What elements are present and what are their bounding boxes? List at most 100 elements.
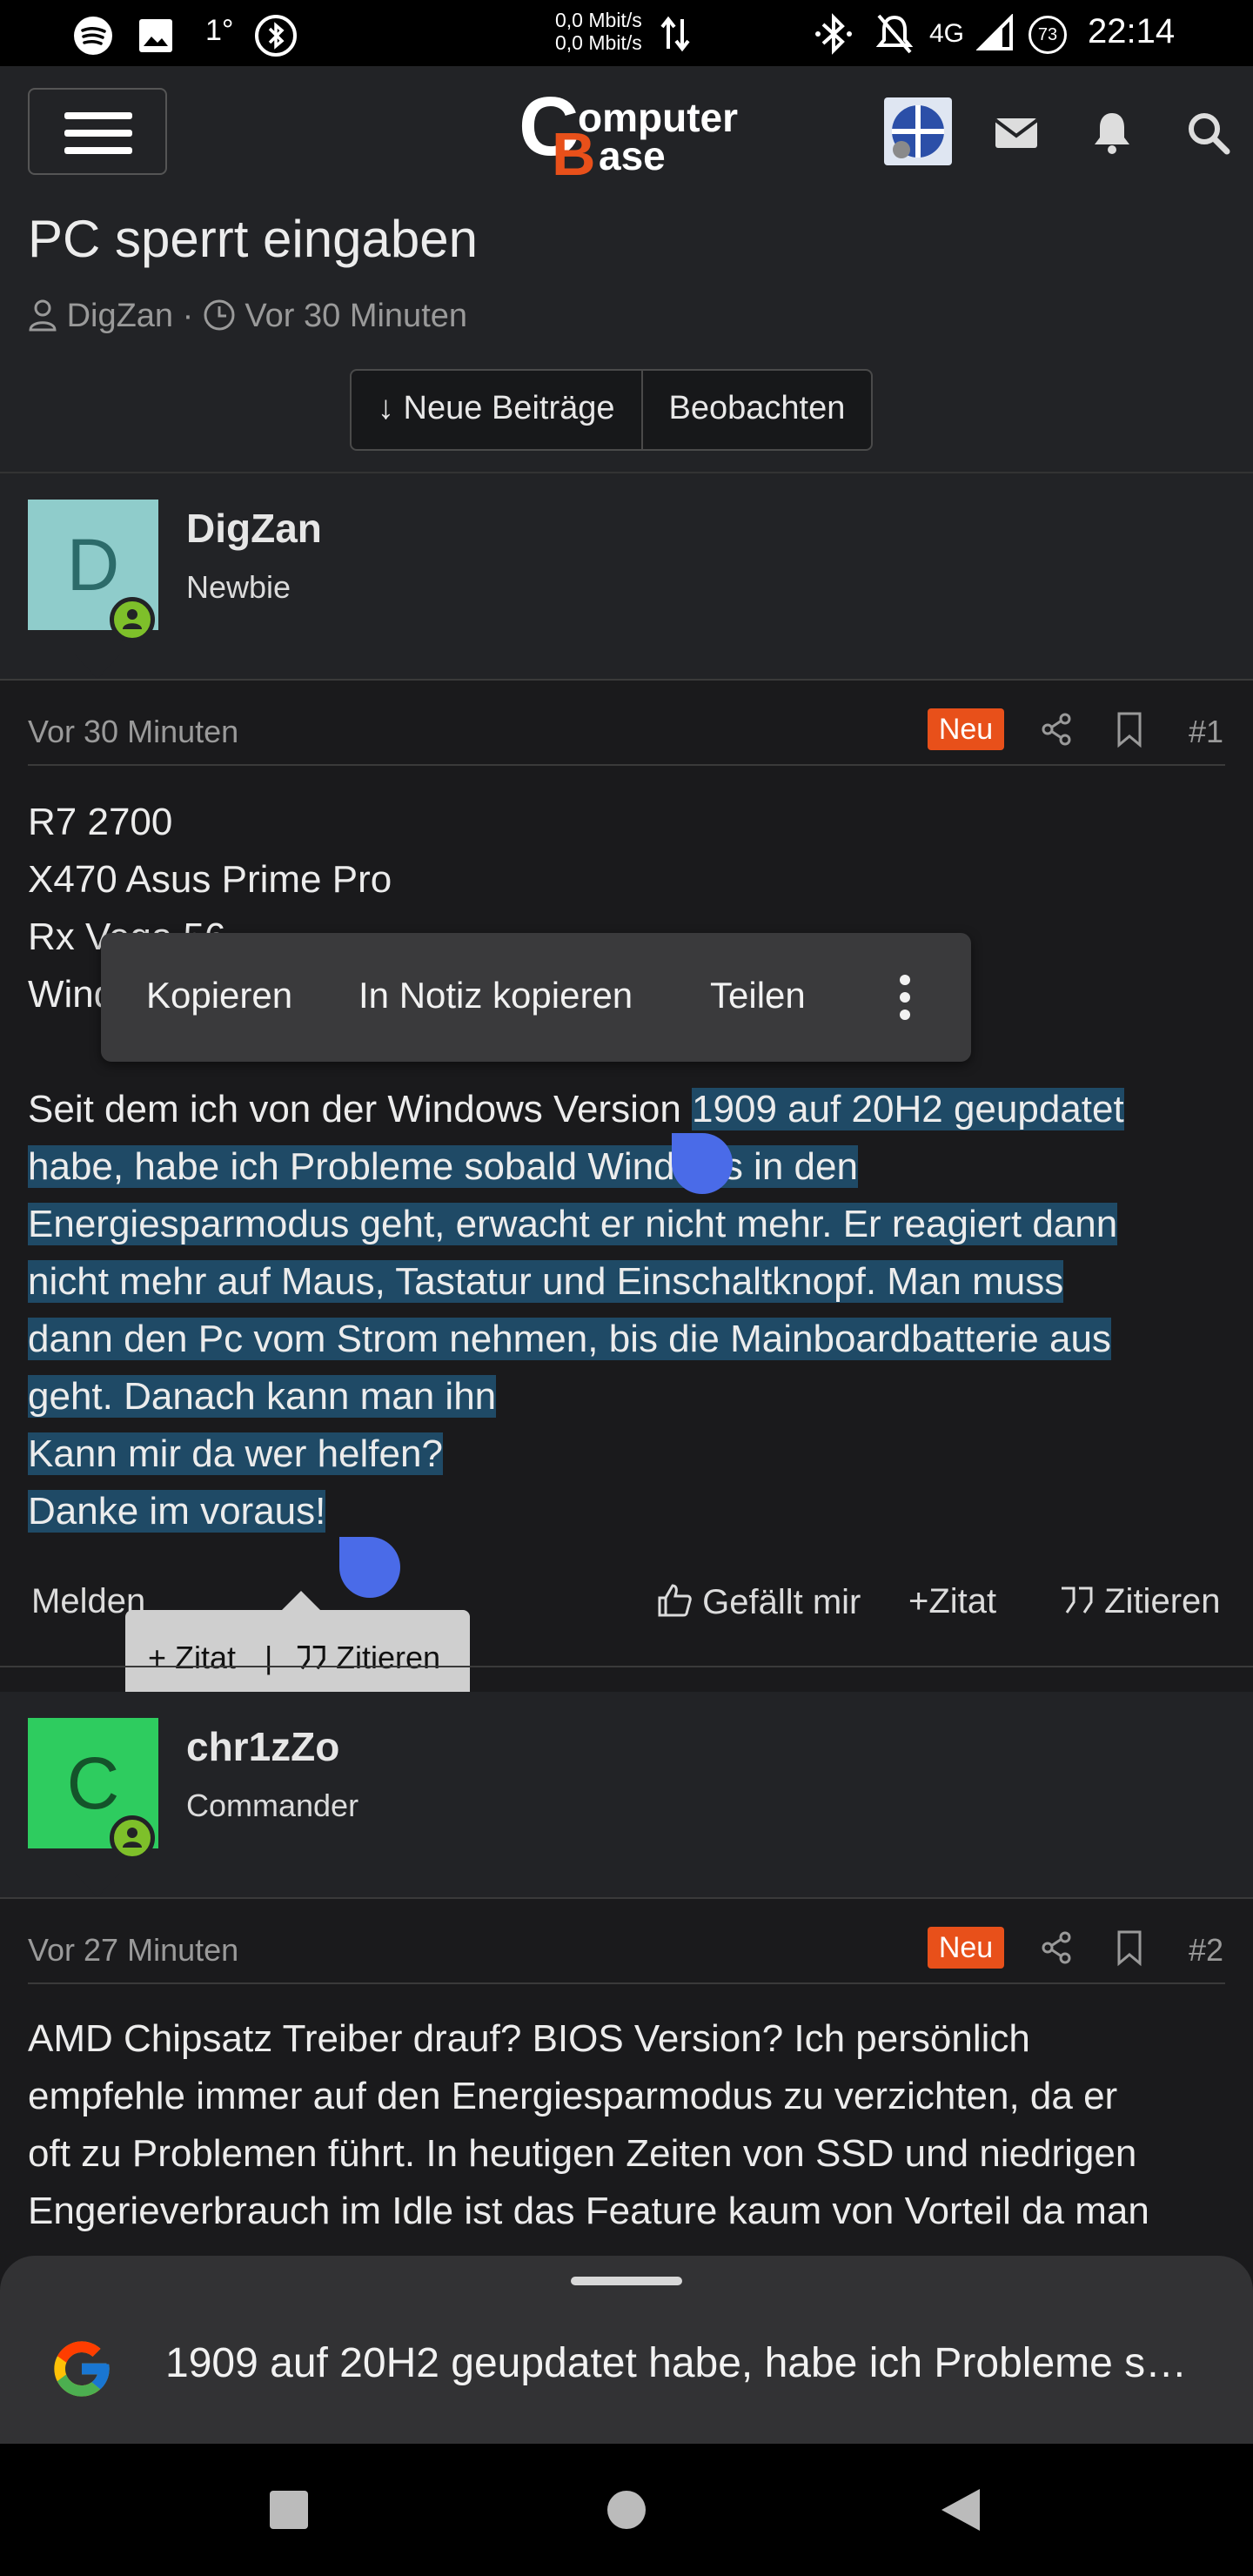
- post-1-paragraph-line: Kann mir da wer helfen?: [28, 1426, 443, 1483]
- divider: [28, 1982, 1225, 1984]
- post-2-text-line: AMD Chipsatz Treiber drauf? BIOS Version…: [28, 2017, 1030, 2060]
- post-2-username[interactable]: chr1zZo: [186, 1723, 339, 1770]
- selected-text[interactable]: geht. Danach kann man ihn: [28, 1375, 497, 1418]
- thread-author[interactable]: DigZan: [67, 298, 174, 334]
- notification-bell-icon[interactable]: [1086, 106, 1138, 158]
- quote-popup: + Zitat | Zitieren: [125, 1591, 470, 1704]
- quote-icon: [1062, 1587, 1093, 1613]
- divider: [0, 679, 1253, 681]
- post-2-user-title: Commander: [186, 1788, 359, 1823]
- search-icon[interactable]: [1182, 106, 1234, 158]
- thread-time: Vor 30 Minuten: [245, 298, 468, 334]
- selection-start-handle[interactable]: [672, 1133, 733, 1194]
- thread-meta: DigZan · Vor 30 Minuten: [28, 298, 467, 335]
- popup-quote-button[interactable]: Zitieren: [294, 1640, 440, 1676]
- computerbase-logo[interactable]: C omputer B ase: [519, 85, 745, 185]
- popup-plus-quote-button[interactable]: + Zitat: [148, 1640, 236, 1676]
- google-search-sheet[interactable]: 1909 auf 20H2 geupdatet habe, habe ich P…: [0, 2256, 1253, 2444]
- selected-text[interactable]: Energiesparmodus geht, erwacht er nicht …: [28, 1203, 1118, 1245]
- online-status-icon: [110, 597, 155, 642]
- post-1-paragraph-line: Energiesparmodus geht, erwacht er nicht …: [28, 1196, 1118, 1253]
- system-navigation-bar: [0, 2444, 1253, 2576]
- google-query-text[interactable]: 1909 auf 20H2 geupdatet habe, habe ich P…: [165, 2339, 1187, 2387]
- new-badge: Neu: [928, 708, 1004, 750]
- unselected-text: Seit dem ich von der Windows Version: [28, 1088, 693, 1130]
- data-transfer-icon: [660, 16, 690, 52]
- thread-title: PC sperrt eingaben: [28, 210, 478, 268]
- selected-text[interactable]: 1909 auf 20H2 geupdatet: [692, 1088, 1124, 1130]
- selected-text[interactable]: habe, habe ich Probleme sobald Windows i…: [28, 1145, 858, 1188]
- post-1-paragraph-line: geht. Danach kann man ihn: [28, 1368, 497, 1426]
- copy-to-note-menu-item[interactable]: In Notiz kopieren: [358, 975, 633, 1016]
- watch-button[interactable]: Beobachten: [640, 371, 872, 449]
- menu-icon-bar: [64, 130, 132, 137]
- meta-separator: ·: [182, 298, 203, 334]
- share-icon[interactable]: [1037, 710, 1075, 748]
- post-2-text-line: empfehle immer auf den Energiesparmodus …: [28, 2075, 1118, 2117]
- post-1-paragraph-line: nicht mehr auf Maus, Tastatur und Einsch…: [28, 1253, 1064, 1311]
- like-button[interactable]: Gefällt mir: [656, 1582, 861, 1622]
- signal-icon: [976, 14, 1013, 50]
- mail-icon[interactable]: [990, 106, 1042, 158]
- selected-text[interactable]: nicht mehr auf Maus, Tastatur und Einsch…: [28, 1260, 1064, 1303]
- post-1-userbar: D DigZan Newbie: [0, 473, 1253, 679]
- thread-actions: ↓ Neue Beiträge Beobachten: [350, 369, 874, 451]
- bluetooth-icon: [815, 13, 852, 55]
- google-logo-icon: [54, 2341, 110, 2397]
- post-2-number[interactable]: #2: [1189, 1932, 1223, 1969]
- temperature: 1°: [205, 14, 234, 47]
- post-1-spec-line: R7 2700: [28, 801, 173, 843]
- post-1-number[interactable]: #1: [1189, 714, 1223, 750]
- status-bar: 1° 0,0 Mbit/s 0,0 Mbit/s 4G 73 22:14: [0, 0, 1253, 66]
- text-selection-menu: Kopieren In Notiz kopieren Teilen: [101, 933, 971, 1062]
- popup-divider: |: [265, 1640, 273, 1675]
- share-icon[interactable]: [1037, 1929, 1075, 1967]
- plus-icon: +: [908, 1582, 929, 1620]
- battery-indicator: 73: [1029, 16, 1067, 54]
- quote-button[interactable]: Zitieren: [1058, 1582, 1221, 1621]
- copy-menu-item[interactable]: Kopieren: [146, 975, 292, 1016]
- selected-text[interactable]: Danke im voraus!: [28, 1490, 326, 1533]
- post-1-paragraph-line: dann den Pc vom Strom nehmen, bis die Ma…: [28, 1311, 1111, 1368]
- post-1-paragraph-line: Seit dem ich von der Windows Version 190…: [28, 1081, 1124, 1138]
- online-status-icon: [110, 1815, 155, 1861]
- back-icon[interactable]: [936, 2485, 985, 2534]
- post-1-user-title: Newbie: [186, 569, 291, 605]
- post-2-text-line: oft zu Problemen führt. In heutigen Zeit…: [28, 2132, 1137, 2175]
- sheet-drag-handle[interactable]: [571, 2277, 682, 2285]
- selection-end-handle[interactable]: [339, 1537, 400, 1598]
- clock-icon: [204, 299, 235, 331]
- divider: [0, 1897, 1253, 1899]
- menu-icon-bar: [64, 147, 132, 154]
- mute-bell-icon: [875, 14, 914, 54]
- post-1-paragraph-line: Danke im voraus!: [28, 1483, 326, 1540]
- user-icon: [29, 299, 57, 332]
- post-2-text-line: Engerieverbrauch im Idle ist das Feature…: [28, 2190, 1149, 2232]
- post-1-date[interactable]: Vor 30 Minuten: [28, 714, 238, 750]
- site-header: C omputer B ase: [0, 66, 1253, 198]
- bookmark-icon[interactable]: [1112, 710, 1147, 748]
- more-options-icon[interactable]: [898, 971, 912, 1023]
- plus-icon: +: [148, 1640, 176, 1675]
- post-1-spec-line: X470 Asus Prime Pro: [28, 858, 392, 901]
- gallery-icon: [139, 19, 172, 52]
- bookmark-icon[interactable]: [1112, 1929, 1147, 1967]
- userbar-arrow: [75, 654, 120, 679]
- selected-text[interactable]: Kann mir da wer helfen?: [28, 1432, 443, 1475]
- network-speed: 0,0 Mbit/s 0,0 Mbit/s: [555, 9, 642, 54]
- post-2-date[interactable]: Vor 27 Minuten: [28, 1932, 238, 1969]
- spotify-icon: [74, 17, 112, 55]
- new-posts-button[interactable]: ↓ Neue Beiträge: [352, 371, 641, 449]
- new-badge: Neu: [928, 1927, 1004, 1969]
- userbar-arrow: [75, 1873, 120, 1897]
- selected-text[interactable]: dann den Pc vom Strom nehmen, bis die Ma…: [28, 1318, 1111, 1360]
- user-avatar[interactable]: [884, 97, 952, 165]
- plus-quote-button[interactable]: +Zitat: [908, 1582, 996, 1621]
- divider: [28, 764, 1225, 766]
- menu-button[interactable]: [28, 88, 167, 175]
- share-menu-item[interactable]: Teilen: [710, 975, 806, 1016]
- post-1-username[interactable]: DigZan: [186, 505, 322, 552]
- home-icon[interactable]: [604, 2487, 649, 2532]
- recent-apps-icon[interactable]: [266, 2487, 312, 2532]
- clock: 22:14: [1088, 12, 1176, 50]
